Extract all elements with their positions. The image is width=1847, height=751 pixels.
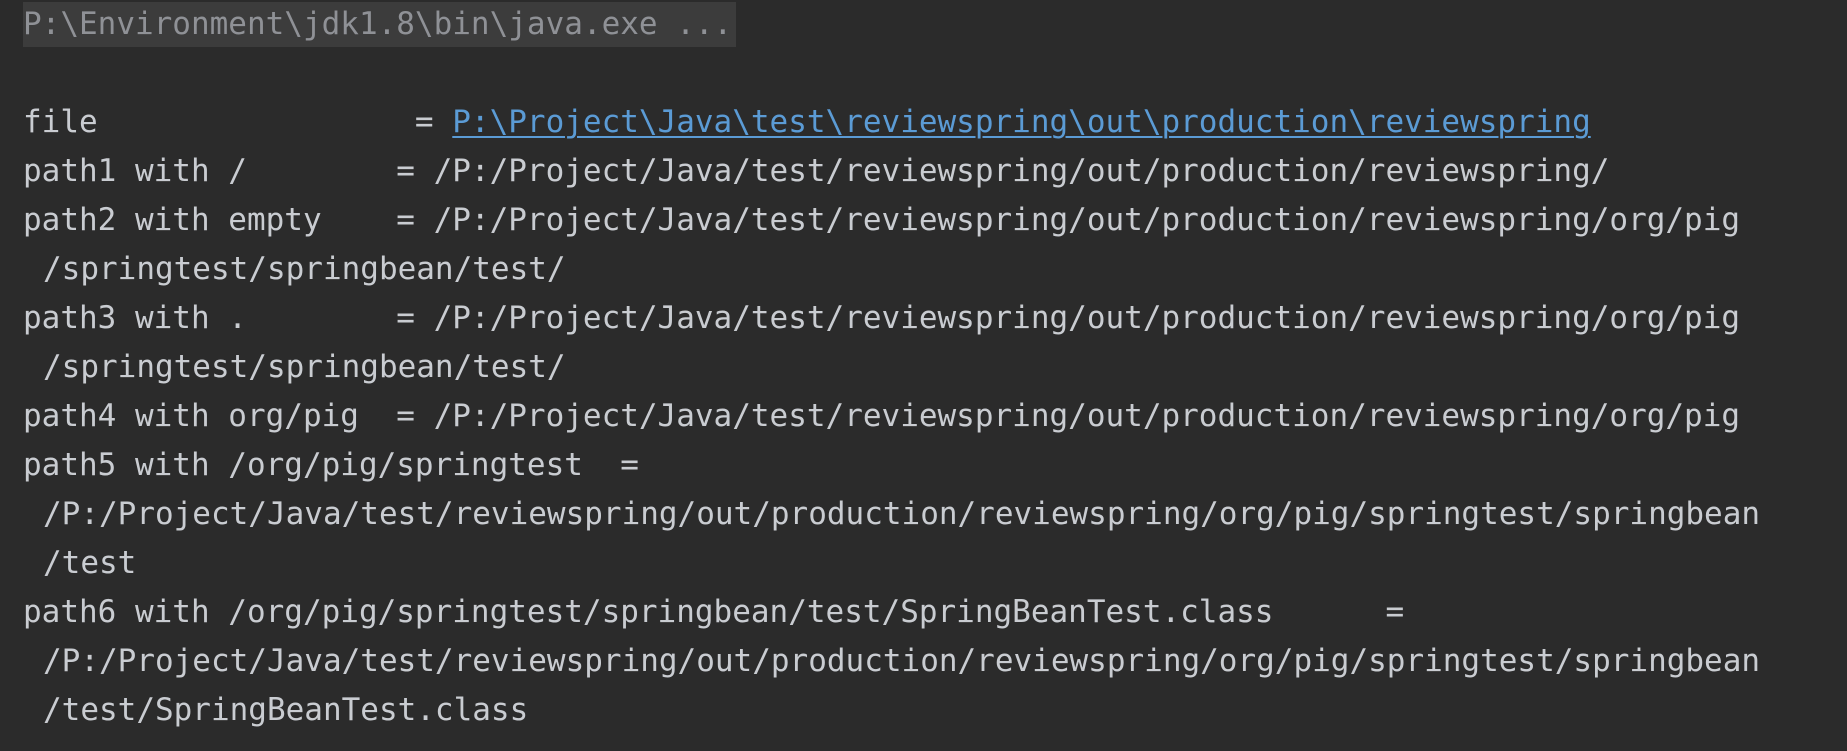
command-line: P:\Environment\jdk1.8\bin\java.exe ... bbox=[23, 0, 1847, 49]
file-label: file = bbox=[23, 104, 453, 140]
output-line-path2: path2 with empty = /P:/Project/Java/test… bbox=[23, 202, 1741, 238]
output-line-path6-cont2: /test/SpringBeanTest.class bbox=[43, 692, 529, 728]
output-line-path6: path6 with /org/pig/springtest/springbea… bbox=[23, 594, 1405, 630]
output-line-path3-cont: /springtest/springbean/test/ bbox=[43, 349, 566, 385]
output-line-path3: path3 with . = /P:/Project/Java/test/rev… bbox=[23, 300, 1741, 336]
output-line-path6-cont: /P:/Project/Java/test/reviewspring/out/p… bbox=[43, 643, 1761, 679]
output-line-path5: path5 with /org/pig/springtest = bbox=[23, 447, 639, 483]
console-output: P:\Environment\jdk1.8\bin\java.exe ... f… bbox=[0, 0, 1847, 751]
output-line-file: file = P:\Project\Java\test\reviewspring… bbox=[23, 98, 1847, 147]
output-line-path2-cont: /springtest/springbean/test/ bbox=[43, 251, 566, 287]
output-line-path1: path1 with / = /P:/Project/Java/test/rev… bbox=[23, 153, 1610, 189]
java-command[interactable]: P:\Environment\jdk1.8\bin\java.exe ... bbox=[23, 2, 737, 47]
output-line-path5-cont: /P:/Project/Java/test/reviewspring/out/p… bbox=[43, 496, 1761, 532]
file-path-link[interactable]: P:\Project\Java\test\reviewspring\out\pr… bbox=[452, 104, 1590, 140]
output-line-path5-cont2: /test bbox=[43, 545, 137, 581]
output-line-path4: path4 with org/pig = /P:/Project/Java/te… bbox=[23, 398, 1741, 434]
